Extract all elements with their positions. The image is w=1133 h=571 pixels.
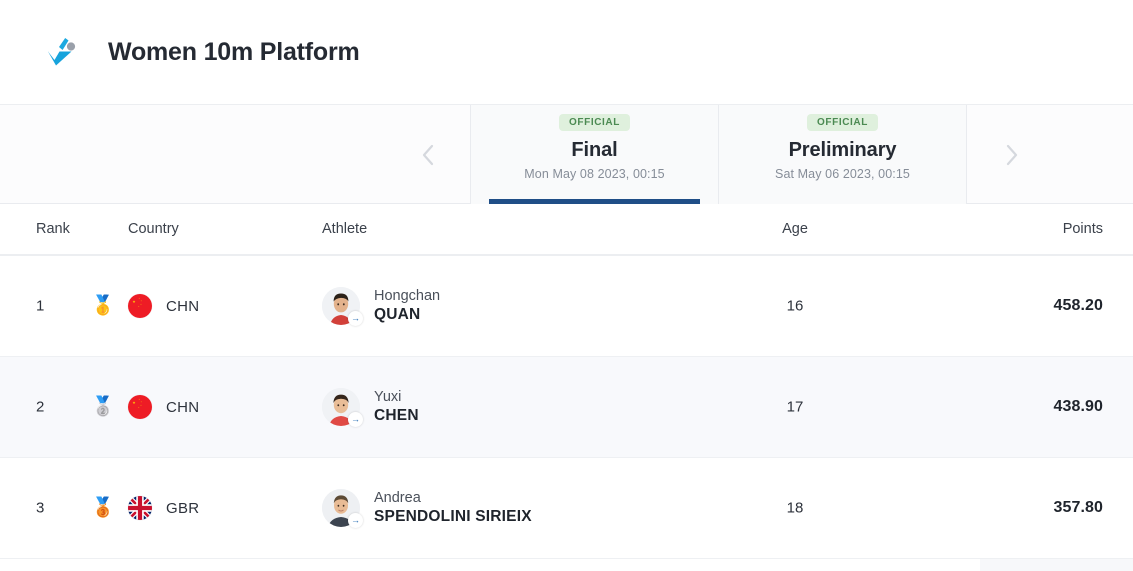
avatar: → <box>322 489 360 527</box>
arrow-right-icon: → <box>348 513 363 528</box>
tab-date: Sat May 06 2023, 00:15 <box>775 167 910 181</box>
avatar: → <box>322 287 360 325</box>
rank-value: 2 <box>36 399 96 416</box>
tab-date: Mon May 08 2023, 00:15 <box>524 167 665 181</box>
athlete-first-name: Hongchan <box>374 288 440 305</box>
arrow-right-icon: → <box>348 412 363 427</box>
status-badge: OFFICIAL <box>807 114 878 131</box>
column-header-age: Age <box>760 221 830 237</box>
column-header-country: Country <box>128 221 218 237</box>
chevron-right-icon[interactable] <box>991 105 1031 204</box>
silver-medal-icon: 🥈 <box>88 398 118 417</box>
points-value: 458.20 <box>980 297 1103 315</box>
age-value: 18 <box>760 500 830 517</box>
chevron-left-icon[interactable] <box>408 105 448 204</box>
athlete-cell[interactable]: → Andrea SPENDOLINI SIRIEIX <box>322 489 742 527</box>
column-header-points: Points <box>980 221 1103 237</box>
points-value: 357.80 <box>980 499 1103 517</box>
athlete-first-name: Yuxi <box>374 389 419 406</box>
table-row[interactable]: 2 🥈 CHN <box>0 357 1133 458</box>
country-code: GBR <box>166 500 199 517</box>
results-page: Women 10m Platform OFFICIAL Final Mon Ma… <box>0 0 1133 571</box>
athlete-last-name: QUAN <box>374 305 440 324</box>
flag-great-britain <box>128 496 152 520</box>
rank-value: 3 <box>36 500 96 517</box>
tab-label: Final <box>571 139 617 162</box>
tab-final[interactable]: OFFICIAL Final Mon May 08 2023, 00:15 <box>471 105 718 204</box>
medal-glyph: 🥇 <box>91 297 115 316</box>
results-table: Rank Country Athlete Age Points 1 🥇 <box>0 204 1133 559</box>
flag-china <box>128 395 152 419</box>
athlete-last-name: SPENDOLINI SIRIEIX <box>374 507 532 526</box>
bronze-medal-icon: 🥉 <box>88 499 118 518</box>
avatar: → <box>322 388 360 426</box>
athlete-first-name: Andrea <box>374 490 532 507</box>
country-code: CHN <box>166 399 199 416</box>
medal-glyph: 🥈 <box>91 398 115 417</box>
page-header: Women 10m Platform <box>0 0 1133 105</box>
tab-label: Preliminary <box>789 139 897 162</box>
table-header-row: Rank Country Athlete Age Points <box>0 204 1133 256</box>
age-value: 16 <box>760 298 830 315</box>
table-row[interactable]: 1 🥇 CHN <box>0 256 1133 357</box>
athlete-name: Hongchan QUAN <box>374 288 440 324</box>
column-header-athlete: Athlete <box>322 221 742 237</box>
rank-value: 1 <box>36 298 96 315</box>
diver-logo-icon <box>34 25 88 79</box>
athlete-cell[interactable]: → Hongchan QUAN <box>322 287 742 325</box>
athlete-cell[interactable]: → Yuxi CHEN <box>322 388 742 426</box>
age-value: 17 <box>760 399 830 416</box>
table-row[interactable]: 3 🥉 GBR <box>0 458 1133 559</box>
athlete-name: Andrea SPENDOLINI SIRIEIX <box>374 490 532 526</box>
arrow-right-icon: → <box>348 311 363 326</box>
country-code: CHN <box>166 298 199 315</box>
gold-medal-icon: 🥇 <box>88 297 118 316</box>
tab-preliminary[interactable]: OFFICIAL Preliminary Sat May 06 2023, 00… <box>718 105 966 204</box>
points-value: 438.90 <box>980 398 1103 416</box>
country-cell: CHN <box>128 395 218 419</box>
status-badge: OFFICIAL <box>559 114 630 131</box>
athlete-last-name: CHEN <box>374 406 419 425</box>
column-header-rank: Rank <box>36 221 96 237</box>
flag-china <box>128 294 152 318</box>
country-cell: CHN <box>128 294 218 318</box>
page-title: Women 10m Platform <box>108 38 360 67</box>
medal-glyph: 🥉 <box>91 499 115 518</box>
country-cell: GBR <box>128 496 218 520</box>
athlete-name: Yuxi CHEN <box>374 389 419 425</box>
session-tabs: OFFICIAL Final Mon May 08 2023, 00:15 OF… <box>470 105 967 204</box>
